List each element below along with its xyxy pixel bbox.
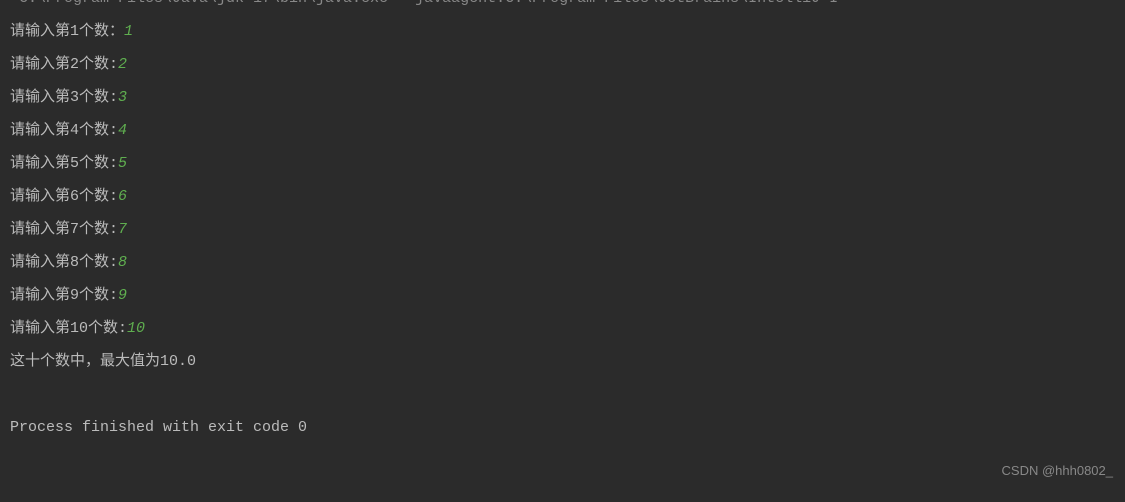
watermark-text: CSDN @hhh0802_ xyxy=(1002,463,1113,478)
prompt-label: 请输入第3个数: xyxy=(10,89,118,106)
prompt-line-9: 请输入第9个数:9 xyxy=(10,279,1115,312)
prompt-label: 请输入第5个数: xyxy=(10,155,118,172)
prompt-label: 请输入第6个数: xyxy=(10,188,118,205)
exit-message: Process finished with exit code 0 xyxy=(10,419,307,436)
prompt-line-6: 请输入第6个数:6 xyxy=(10,180,1115,213)
user-input: 3 xyxy=(118,89,127,106)
user-input: 1 xyxy=(124,23,133,40)
result-text: 这十个数中，最大值为10.0 xyxy=(10,353,196,370)
prompt-line-8: 请输入第8个数:8 xyxy=(10,246,1115,279)
prompt-label: 请输入第8个数: xyxy=(10,254,118,271)
command-line: "C:\Program Files\Java\jdk-17\bin\java.e… xyxy=(10,0,1115,15)
prompt-label: 请输入第4个数: xyxy=(10,122,118,139)
result-line: 这十个数中，最大值为10.0 xyxy=(10,345,1115,378)
console-output[interactable]: "C:\Program Files\Java\jdk-17\bin\java.e… xyxy=(0,0,1125,444)
prompt-line-10: 请输入第10个数:10 xyxy=(10,312,1115,345)
prompt-label: 请输入第7个数: xyxy=(10,221,118,238)
command-text: "C:\Program Files\Java\jdk-17\bin\java.e… xyxy=(10,0,838,7)
prompt-label: 请输入第2个数: xyxy=(10,56,118,73)
user-input: 6 xyxy=(118,188,127,205)
prompt-line-2: 请输入第2个数:2 xyxy=(10,48,1115,81)
prompt-line-5: 请输入第5个数:5 xyxy=(10,147,1115,180)
exit-message-line: Process finished with exit code 0 xyxy=(10,411,1115,444)
blank-line xyxy=(10,378,1115,411)
user-input: 9 xyxy=(118,287,127,304)
prompt-label: 请输入第9个数: xyxy=(10,287,118,304)
user-input: 2 xyxy=(118,56,127,73)
prompt-label: 请输入第1个数： xyxy=(10,23,124,40)
watermark: CSDN @hhh0802_ xyxy=(1002,463,1113,478)
prompt-label: 请输入第10个数: xyxy=(10,320,127,337)
user-input: 8 xyxy=(118,254,127,271)
user-input: 7 xyxy=(118,221,127,238)
user-input: 4 xyxy=(118,122,127,139)
prompt-line-3: 请输入第3个数:3 xyxy=(10,81,1115,114)
prompt-line-1: 请输入第1个数：1 xyxy=(10,15,1115,48)
user-input: 10 xyxy=(127,320,145,337)
prompt-line-4: 请输入第4个数:4 xyxy=(10,114,1115,147)
prompt-line-7: 请输入第7个数:7 xyxy=(10,213,1115,246)
user-input: 5 xyxy=(118,155,127,172)
